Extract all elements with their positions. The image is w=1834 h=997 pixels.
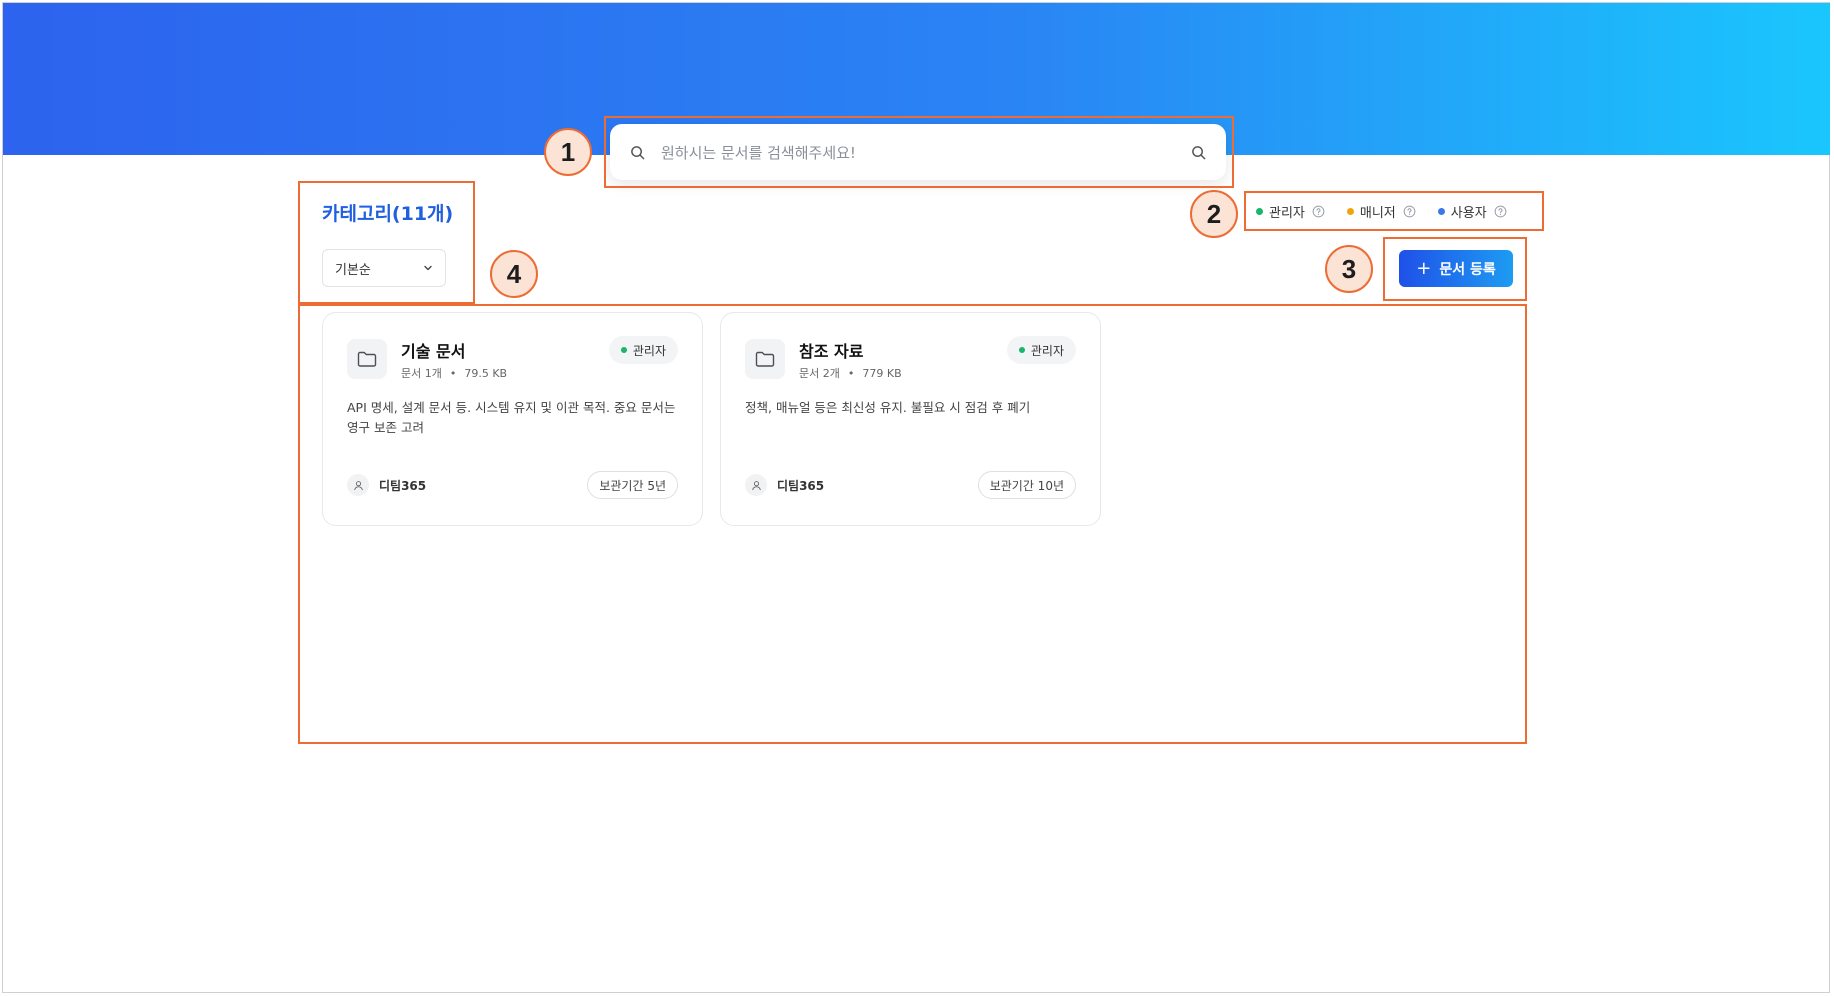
annotation-marker-4: 4 — [490, 250, 538, 298]
annotation-box-search — [604, 116, 1234, 188]
annotation-box-legend — [1244, 191, 1544, 231]
annotation-marker-1: 1 — [544, 128, 592, 176]
annotation-box-cards — [298, 304, 1527, 744]
annotation-box-category — [298, 181, 475, 304]
annotation-marker-2: 2 — [1190, 190, 1238, 238]
annotation-box-register — [1383, 237, 1527, 301]
annotation-marker-3: 3 — [1325, 245, 1373, 293]
